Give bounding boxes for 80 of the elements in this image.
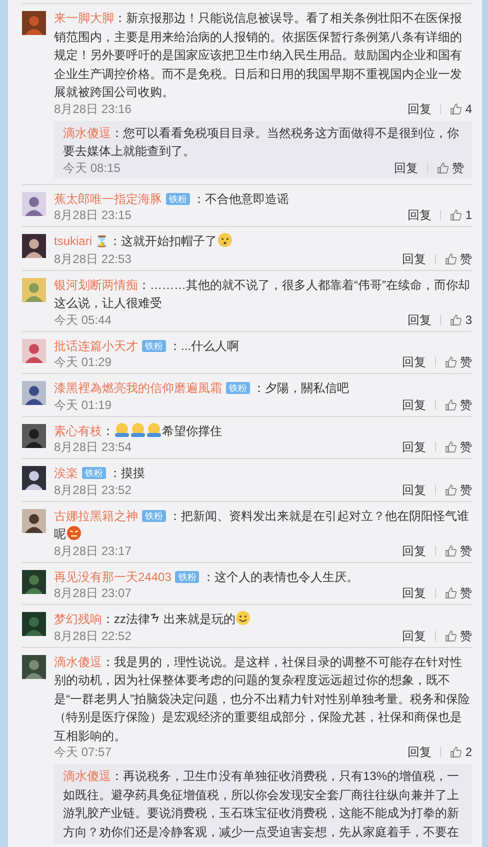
like-button[interactable]: 3 xyxy=(450,312,472,326)
thumbs-up-icon xyxy=(450,314,462,326)
like-button[interactable]: 赞 xyxy=(445,482,472,496)
comment-text: 素心有枝： 希望你撑住 xyxy=(54,422,223,440)
comment-time: 8月28日 22:52 xyxy=(54,628,132,642)
thumbs-up-icon xyxy=(445,252,457,264)
comment-text: 滴水傻逗：再说税务，卫生巾没有单独征收消费税，只有13%的增值税，一如既往。避孕药具免征增值税，所以你会发现安全套厂商往往纵向兼并了上游乳胶产业链。要说消费税，玉石珠宝征收消费税，这能不能成为打拳的新方向？劝你们还是冷静客观，减少一点受迫害妄想，先从家庭着手，不要在 xyxy=(63,768,460,840)
comment-text: 滴水傻逗：我是男的，理性说说。是这样，社保目录的调整不可能存在针对性别的动机，因为社保整体要考虑的问题的复杂程度远远超过你的想象，既不是“一群老男人”拍脑袋决定问题，也分不出精力针对性别单独考量。税务和保险（特别是医疗保险）是宏观经济的重要组成部分，保险尤甚，社保和商保也是互相影响的。 xyxy=(54,654,471,744)
smile-emoji-icon xyxy=(235,610,252,626)
comment-text: 批话连篇小天才 铁粉 ：...什么人啊 xyxy=(54,338,240,354)
thumbs-up-icon xyxy=(450,209,462,221)
comment-time: 8月28日 23:15 xyxy=(54,208,132,222)
comment-text: 古娜拉黑籍之神 铁粉 ：把新闻、资料发出来就是在引起对立？他在阴阳怪气谁呢 xyxy=(54,508,470,543)
comment-text: 银河划断两情痴：………其他的就不说了，很多人都靠着“伟哥”在续命，而你却这么说，让人很难受 xyxy=(54,276,471,312)
comment-time: 8月28日 23:16 xyxy=(54,102,132,116)
thumbs-up-icon xyxy=(445,587,457,599)
fan-badge: 铁粉 xyxy=(82,467,106,479)
thumbs-up-icon xyxy=(445,544,457,556)
thumbs-up-icon xyxy=(445,630,457,642)
like-button[interactable]: 赞 xyxy=(445,586,472,600)
reply-link[interactable]: 回复 xyxy=(407,312,432,326)
reply-link[interactable]: 回复 xyxy=(402,586,426,600)
thumbs-up-icon xyxy=(445,356,457,368)
like-button[interactable]: 赞 xyxy=(445,252,472,266)
reply-link[interactable]: 回复 xyxy=(407,745,432,759)
comment-time: 今天 05:44 xyxy=(54,312,112,326)
reply-link[interactable]: 回复 xyxy=(402,482,426,496)
fan-badge: 铁粉 xyxy=(142,340,166,352)
comment-text: 漆黑裡為燃亮我的信仰磨遍風霜 铁粉 ：夕陽，關私信吧 xyxy=(54,380,350,397)
like-button[interactable]: 1 xyxy=(450,208,472,222)
fan-badge: 铁粉 xyxy=(142,510,166,522)
thumbs-up-icon xyxy=(445,484,457,496)
like-button[interactable]: 赞 xyxy=(445,398,472,412)
reply-link[interactable]: 回复 xyxy=(402,398,426,412)
comment-time: 今天 01:29 xyxy=(54,355,112,369)
fan-badge: 铁粉 xyxy=(166,192,190,204)
comment-text: 梦幻残响：zz法律 出来就是玩的 xyxy=(54,610,472,628)
comment-time: 8月28日 23:07 xyxy=(54,586,132,600)
hug-emoji-icon xyxy=(114,422,130,438)
comment-time: 今天 07:57 xyxy=(54,745,112,759)
comment-text: 涘楽 铁粉 ：摸摸 xyxy=(54,465,146,482)
emoji-icon xyxy=(217,232,234,248)
reply-link[interactable]: 回复 xyxy=(402,252,426,266)
like-button[interactable]: 赞 xyxy=(445,628,472,642)
reply-link[interactable]: 回复 xyxy=(402,355,426,369)
comment-time: 8月28日 23:17 xyxy=(54,544,132,558)
hourglass-icon: ⌛ xyxy=(95,236,110,248)
comment-time: 今天 08:15 xyxy=(63,160,122,174)
comment-time: 8月28日 23:52 xyxy=(54,482,132,496)
reply-link[interactable]: 回复 xyxy=(402,628,426,642)
hug-emoji-icon xyxy=(146,422,162,438)
comment-text: 再见没有那一天24403 铁粉 ：这个人的表情也令人生厌。 xyxy=(54,568,360,586)
thumbs-up-icon xyxy=(445,441,457,453)
fan-badge: 铁粉 xyxy=(175,570,200,582)
comment-time: 8月28日 23:54 xyxy=(54,440,132,454)
angry-emoji-icon xyxy=(66,525,82,541)
like-button[interactable]: 赞 xyxy=(437,160,464,174)
like-button[interactable]: 赞 xyxy=(445,355,472,369)
reply-link[interactable]: 回复 xyxy=(407,102,432,116)
like-button[interactable]: 赞 xyxy=(445,544,472,558)
reply-link[interactable]: 回复 xyxy=(394,160,418,174)
fan-badge: 铁粉 xyxy=(226,382,250,394)
like-button[interactable]: 2 xyxy=(450,745,472,759)
squiggle-icon xyxy=(150,612,160,624)
reply-link[interactable]: 回复 xyxy=(402,440,426,454)
comment-time: 8月28日 22:53 xyxy=(54,252,132,266)
thumbs-up-icon xyxy=(450,102,462,114)
comment-text: 滴水傻逗：您可以看看免税项目目录。当然税务这方面做得不是很到位，你要去媒体上就能查到了。 xyxy=(63,124,460,160)
thumbs-up-icon xyxy=(437,162,449,174)
like-button[interactable]: 赞 xyxy=(445,440,472,454)
reply-link[interactable]: 回复 xyxy=(407,208,432,222)
comment-time: 今天 01:19 xyxy=(54,398,112,412)
reply-link[interactable]: 回复 xyxy=(402,544,426,558)
comment-text: tsukiari ⌛：这就开始扣帽子了 xyxy=(54,232,472,252)
thumbs-up-icon xyxy=(445,398,457,410)
thumbs-up-icon xyxy=(450,746,462,758)
comment-text: 蕉太郎唯一指定海豚 铁粉 ：不合他意即造谣 xyxy=(54,190,290,208)
like-button[interactable]: 4 xyxy=(450,102,472,116)
hug-emoji-icon xyxy=(130,422,146,438)
comment-text: 来一脚大脚：新京报那边！只能说信息被误导。看了相关条例壮阳不在医保报销范围内，主要是用来给治病的人报销的。依据医保暂行条例第八条有详细的规定！另外要呼吁的是国家应该把卫生巾纳入民生用品。鼓励国内企业和国有企业生产调控价格。而不是免税。日后和日用的我国早期不重视国内企业一发展就被跨国公司收购。 xyxy=(54,10,463,101)
